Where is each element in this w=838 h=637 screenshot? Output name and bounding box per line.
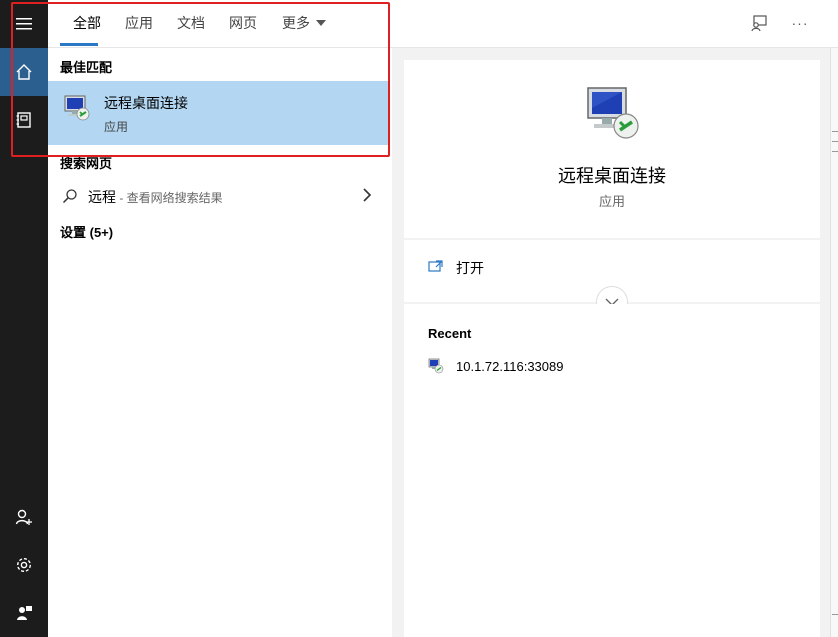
best-match-subtitle: 应用	[104, 120, 129, 134]
feedback-person-button[interactable]	[0, 589, 48, 637]
settings-button[interactable]	[0, 541, 48, 589]
open-label: 打开	[456, 260, 484, 276]
tab-more-label: 更多	[282, 15, 310, 31]
chevron-right-icon	[363, 188, 372, 202]
feedback-icon	[751, 15, 767, 32]
active-tab-indicator	[60, 43, 98, 46]
tab-documents[interactable]: 文档	[177, 13, 205, 33]
tab-more[interactable]: 更多	[282, 13, 326, 33]
tab-web[interactable]: 网页	[229, 13, 257, 33]
tab-apps[interactable]: 应用	[125, 13, 153, 33]
recent-item-label: 10.1.72.116:33089	[456, 359, 564, 374]
web-search-header: 搜索网页	[60, 156, 113, 171]
web-search-query: 远程	[88, 189, 116, 205]
scrollbar-tick	[832, 131, 838, 132]
scrollbar-tick	[832, 614, 838, 615]
notebook-button[interactable]	[0, 96, 48, 144]
feedback-button[interactable]	[748, 12, 770, 34]
recent-card: Recent 10.1.72.116:33089	[404, 304, 820, 637]
best-match-header: 最佳匹配	[60, 60, 113, 75]
tab-all[interactable]: 全部	[73, 13, 101, 33]
best-match-item[interactable]: 远程桌面连接 应用	[48, 81, 390, 145]
web-search-item[interactable]: 远程 - 查看网络搜索结果	[48, 180, 390, 212]
preview-header-card: 远程桌面连接 应用	[404, 60, 820, 238]
scrollbar[interactable]	[830, 48, 838, 637]
open-icon	[428, 260, 443, 272]
notebook-icon	[16, 112, 31, 128]
left-rail	[0, 0, 48, 637]
home-icon	[16, 64, 32, 80]
search-tabs-bar: 全部 应用 文档 网页 更多 ···	[48, 0, 838, 48]
search-icon	[62, 189, 77, 204]
add-user-icon	[15, 509, 32, 525]
more-options-icon: ···	[791, 15, 809, 31]
scrollbar-tick	[832, 151, 838, 152]
preview-subtitle: 应用	[598, 194, 625, 209]
recent-header: Recent	[428, 326, 472, 341]
gear-icon	[16, 557, 32, 573]
chevron-down-icon	[316, 20, 326, 27]
settings-header[interactable]: 设置 (5+)	[60, 222, 113, 241]
feedback-person-icon	[17, 606, 32, 620]
add-user-button[interactable]	[0, 493, 48, 541]
menu-button[interactable]	[0, 0, 48, 48]
preview-title: 远程桌面连接	[558, 166, 666, 186]
scrollbar-tick	[832, 141, 838, 142]
remote-desktop-icon	[64, 95, 90, 121]
remote-desktop-small-icon	[428, 358, 444, 374]
web-search-text: 远程 - 查看网络搜索结果	[88, 187, 223, 207]
web-search-hint: - 查看网络搜索结果	[116, 191, 223, 205]
home-button[interactable]	[0, 48, 48, 96]
more-options-button[interactable]: ···	[789, 12, 811, 34]
hamburger-menu-icon	[16, 18, 32, 30]
best-match-title: 远程桌面连接	[104, 95, 188, 111]
remote-desktop-large-icon	[587, 87, 639, 139]
